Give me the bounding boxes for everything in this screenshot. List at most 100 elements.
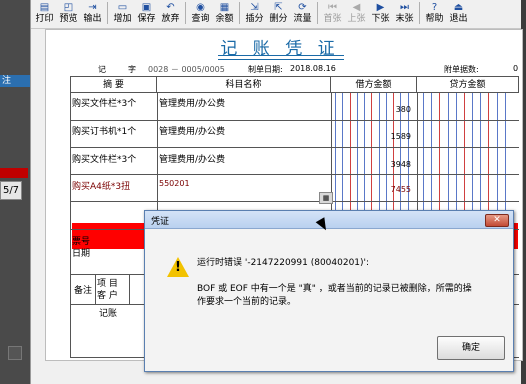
header-credit: 贷方金额 bbox=[417, 77, 519, 93]
toolbar-button-label: 删分 bbox=[269, 14, 288, 24]
toolbar-button-4[interactable]: ▭ 增加 bbox=[111, 0, 134, 27]
background-app-icon bbox=[8, 346, 22, 360]
toolbar: ▤ 打印 ◰ 预览 ⇥ 输出 ▭ 增加 ▣ 保存 ↶ 放弃 ◉ 查询 ▦ 余额 ⇲ 插分 ⇱ 删分 ⟳ 流量 ⏮ 首张 ◀ 上张 ▶… bbox=[31, 0, 521, 29]
row4-debit[interactable]: 7455 bbox=[339, 185, 411, 194]
row1-account[interactable]: 管理费用/办公费 bbox=[159, 96, 225, 109]
toolbar-button-5[interactable]: ▣ 保存 bbox=[135, 0, 158, 27]
last-icon: ⏭ bbox=[400, 2, 409, 13]
toolbar-button-14[interactable]: ▶ 下张 bbox=[369, 0, 392, 27]
toolbar-button-3[interactable]: ⇥ 输出 bbox=[81, 0, 104, 27]
toolbar-button-label: 放弃 bbox=[161, 14, 180, 24]
help-icon: ? bbox=[431, 2, 438, 13]
row-divider bbox=[71, 201, 519, 202]
preview-icon: ◰ bbox=[63, 2, 74, 13]
voucher-zi-label: 字 bbox=[128, 65, 136, 74]
row1-debit[interactable]: 380 bbox=[339, 105, 411, 114]
error-code-text: 运行时错误 '-2147220991 (80040201)': bbox=[197, 258, 370, 268]
row3-summary[interactable]: 购买文件栏*3个 bbox=[72, 152, 136, 165]
toolbar-button-9[interactable]: ⇲ 插分 bbox=[243, 0, 266, 27]
title-underline bbox=[218, 55, 344, 60]
toolbar-button-1[interactable]: ▤ 打印 bbox=[33, 0, 56, 27]
warning-mark: ! bbox=[175, 260, 181, 275]
next-icon: ▶ bbox=[376, 2, 385, 13]
row2-debit[interactable]: 1589 bbox=[339, 132, 411, 141]
printer-icon: ▤ bbox=[39, 2, 50, 13]
binoculars-icon: ◉ bbox=[196, 2, 205, 13]
voucher-number: 0028 － 0005/0005 bbox=[148, 65, 225, 74]
save-icon: ▣ bbox=[141, 2, 152, 13]
exit-icon: ⏏ bbox=[453, 2, 464, 13]
toolbar-button-13[interactable]: ◀ 上张 bbox=[345, 0, 368, 27]
attach-count[interactable]: 0 bbox=[513, 64, 518, 73]
row4-account[interactable]: 550201 bbox=[159, 179, 190, 188]
undo-icon: ↶ bbox=[166, 2, 175, 13]
ok-button[interactable]: 确定 bbox=[437, 336, 505, 360]
toolbar-button-label: 保存 bbox=[137, 14, 156, 24]
background-list-header: 注 bbox=[0, 75, 30, 87]
balance-icon: ▦ bbox=[219, 2, 230, 13]
voucher-date[interactable]: 2018.08.16 bbox=[290, 64, 336, 73]
row-divider bbox=[71, 147, 519, 148]
toolbar-button-10[interactable]: ⇱ 删分 bbox=[267, 0, 290, 27]
toolbar-button-label: 预览 bbox=[59, 14, 78, 24]
toolbar-button-label: 插分 bbox=[245, 14, 264, 24]
date-label: 制单日期: bbox=[248, 65, 283, 74]
voucher-type[interactable]: 记 bbox=[98, 64, 106, 75]
toolbar-button-label: 帮助 bbox=[425, 14, 444, 24]
toolbar-separator bbox=[239, 2, 240, 24]
row1-summary[interactable]: 购买文件栏*3个 bbox=[72, 96, 136, 109]
toolbar-button-2[interactable]: ◰ 预览 bbox=[57, 0, 80, 27]
toolbar-separator bbox=[107, 2, 108, 24]
header-account: 科目名称 bbox=[157, 77, 331, 93]
prev-icon: ◀ bbox=[352, 2, 361, 13]
toolbar-button-15[interactable]: ⏭ 末张 bbox=[393, 0, 416, 27]
page-indicator: 5/7 bbox=[0, 181, 22, 200]
toolbar-separator bbox=[185, 2, 186, 24]
col-divider bbox=[129, 274, 130, 304]
toolbar-button-label: 输出 bbox=[83, 14, 102, 24]
toolbar-button-label: 查询 bbox=[191, 14, 210, 24]
toolbar-button-label: 末张 bbox=[395, 14, 414, 24]
col-divider bbox=[95, 274, 96, 304]
toolbar-button-label: 流量 bbox=[293, 14, 312, 24]
error-message-line1: BOF 或 EOF 中有一个是 "真" ，或者当前的记录已被删除，所需的操 bbox=[197, 284, 472, 294]
account-reference-button[interactable]: ▦ bbox=[319, 192, 333, 204]
toolbar-button-8[interactable]: ▦ 余额 bbox=[213, 0, 236, 27]
row3-debit[interactable]: 3948 bbox=[339, 160, 411, 169]
row3-account[interactable]: 管理费用/办公费 bbox=[159, 152, 225, 165]
export-icon: ⇥ bbox=[88, 2, 97, 13]
header-debit: 借方金额 bbox=[331, 77, 417, 93]
toolbar-button-label: 余额 bbox=[215, 14, 234, 24]
background-selected-row bbox=[0, 168, 28, 178]
toolbar-button-7[interactable]: ◉ 查询 bbox=[189, 0, 212, 27]
row-divider bbox=[71, 174, 519, 175]
error-dialog: 凭证 ✕ ! 运行时错误 '-2147220991 (80040201)': B… bbox=[144, 210, 514, 372]
row-divider bbox=[71, 120, 519, 121]
background-window: 注 5/7 bbox=[0, 0, 30, 384]
toolbar-button-label: 下张 bbox=[371, 14, 390, 24]
attach-label: 附单据数: bbox=[444, 65, 479, 74]
date-field-label: 日期 bbox=[72, 249, 91, 259]
toolbar-button-label: 退出 bbox=[449, 14, 468, 24]
customer-label: 客 户 bbox=[97, 291, 118, 301]
toolbar-button-11[interactable]: ⟳ 流量 bbox=[291, 0, 314, 27]
row2-summary[interactable]: 购买订书机*1个 bbox=[72, 124, 136, 137]
toolbar-separator bbox=[419, 2, 420, 24]
toolbar-button-label: 增加 bbox=[113, 14, 132, 24]
insert-row-icon: ⇲ bbox=[250, 2, 259, 13]
delete-row-icon: ⇱ bbox=[274, 2, 283, 13]
toolbar-button-17[interactable]: ⏏ 退出 bbox=[447, 0, 470, 27]
first-icon: ⏮ bbox=[328, 2, 337, 13]
add-icon: ▭ bbox=[117, 2, 128, 13]
toolbar-button-label: 上张 bbox=[347, 14, 366, 24]
close-icon[interactable]: ✕ bbox=[485, 214, 509, 227]
remark-label: 备注 bbox=[74, 286, 93, 296]
toolbar-separator bbox=[317, 2, 318, 24]
row2-account[interactable]: 管理费用/办公费 bbox=[159, 124, 225, 137]
error-message-line2: 作要求一个当前的记录。 bbox=[197, 297, 297, 307]
toolbar-button-12[interactable]: ⏮ 首张 bbox=[321, 0, 344, 27]
row4-summary[interactable]: 购买A4纸*3扭 bbox=[72, 179, 130, 192]
cashflow-icon: ⟳ bbox=[298, 2, 307, 13]
toolbar-button-6[interactable]: ↶ 放弃 bbox=[159, 0, 182, 27]
toolbar-button-16[interactable]: ? 帮助 bbox=[423, 0, 446, 27]
